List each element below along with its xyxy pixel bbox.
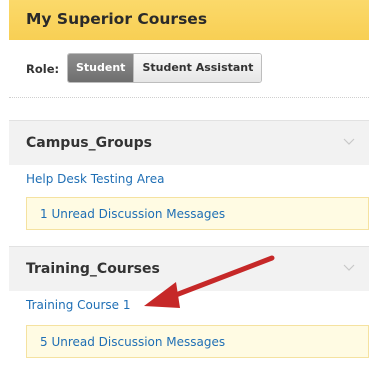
unread-messages-link[interactable]: 1 Unread Discussion Messages — [40, 207, 225, 221]
unread-messages-link[interactable]: 5 Unread Discussion Messages — [40, 335, 225, 349]
panel-title: My Superior Courses — [26, 10, 208, 28]
group-title: Campus_Groups — [26, 135, 152, 151]
role-toggle: Student Student Assistant — [67, 53, 263, 83]
course-link-help-desk-testing-area[interactable]: Help Desk Testing Area — [26, 172, 164, 186]
panel-header: My Superior Courses — [9, 0, 369, 40]
role-student-assistant-button[interactable]: Student Assistant — [133, 54, 262, 82]
group-header-campus-groups[interactable]: Campus_Groups — [9, 120, 369, 165]
role-label: Role: — [26, 62, 60, 76]
group-header-training-courses[interactable]: Training_Courses — [9, 246, 369, 291]
unread-messages-box: 1 Unread Discussion Messages — [26, 197, 369, 230]
role-student-button[interactable]: Student — [68, 54, 134, 82]
course-link-training-course-1[interactable]: Training Course 1 — [26, 298, 131, 312]
divider — [9, 97, 369, 98]
chevron-down-icon[interactable] — [343, 261, 355, 273]
unread-messages-box: 5 Unread Discussion Messages — [26, 325, 369, 358]
group-title: Training_Courses — [26, 261, 160, 277]
chevron-down-icon[interactable] — [343, 135, 355, 147]
